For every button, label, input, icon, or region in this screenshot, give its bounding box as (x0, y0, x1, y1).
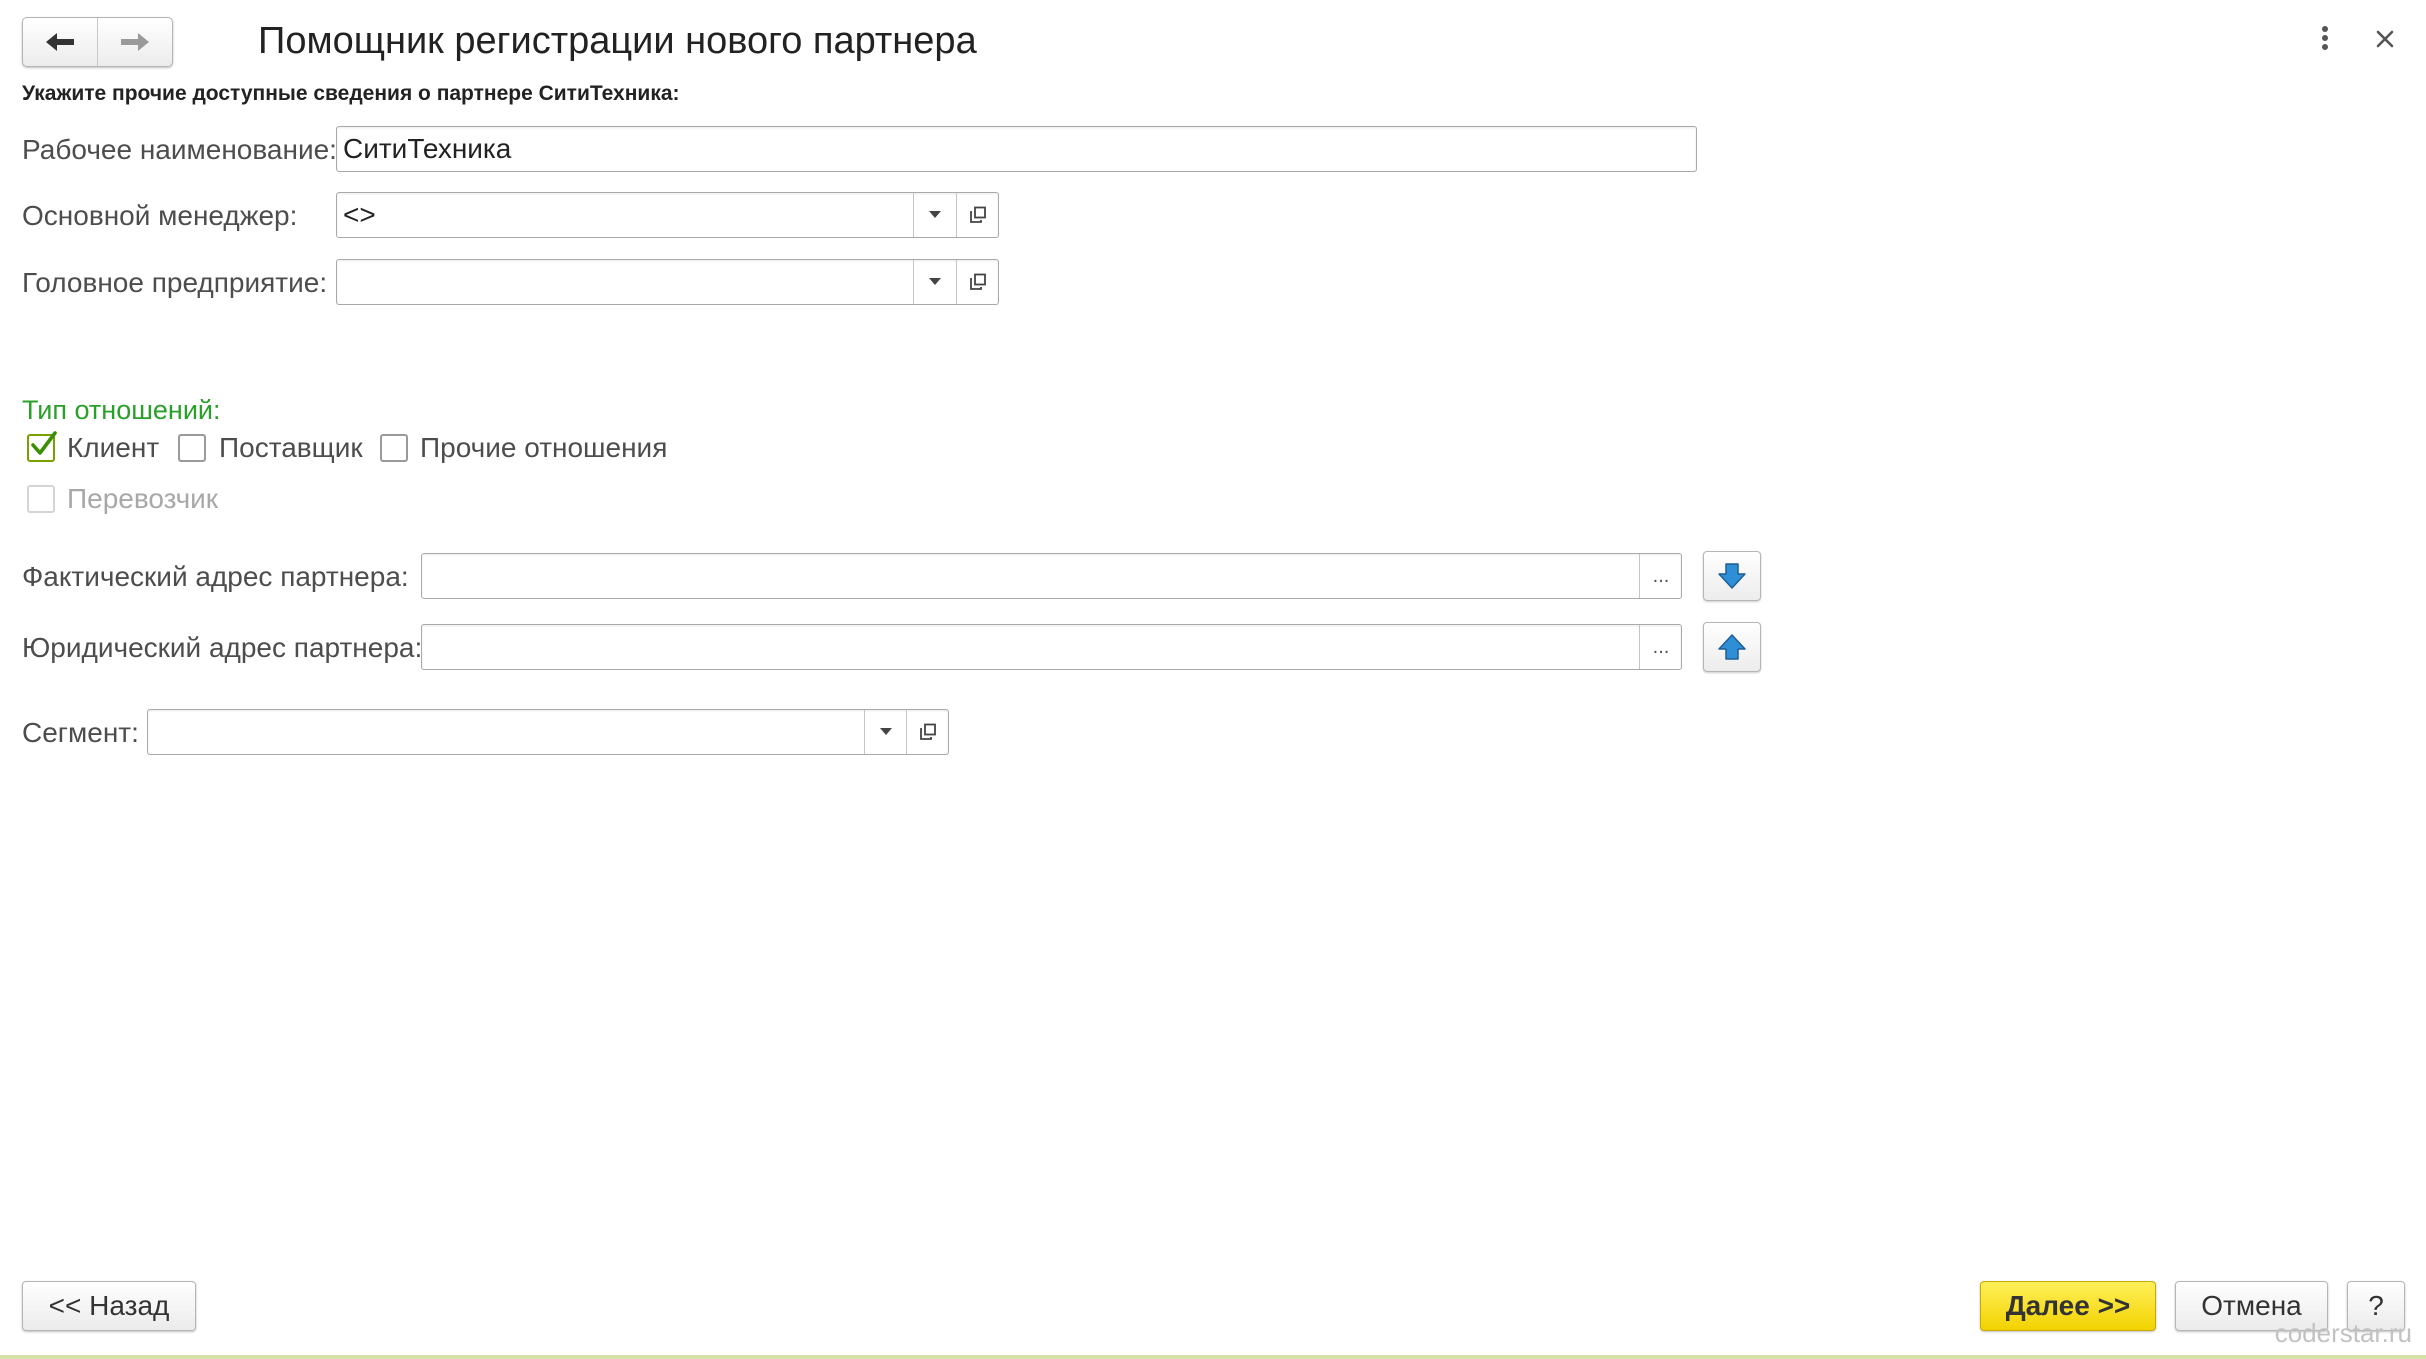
relations-group-title: Тип отношений: (22, 395, 221, 425)
close-icon[interactable] (2374, 28, 2396, 50)
copy-to-legal-address-button[interactable] (1703, 551, 1761, 601)
head-company-label: Головное предприятие: (22, 267, 328, 298)
other-relations-label[interactable]: Прочие отношения (420, 431, 667, 465)
manager-open-button[interactable] (956, 193, 999, 237)
work-name-input[interactable]: СитиТехника (336, 126, 1697, 172)
open-form-icon (970, 206, 986, 223)
chevron-down-icon (929, 211, 941, 218)
watermark-text: coderstar.ru (2274, 1318, 2412, 1348)
head-company-dropdown-button[interactable] (913, 260, 956, 304)
instruction-text: Укажите прочие доступные сведения о парт… (22, 82, 680, 105)
legal-address-select-button[interactable]: ... (1639, 625, 1682, 669)
manager-dropdown-button[interactable] (913, 193, 956, 237)
segment-dropdown-button[interactable] (864, 710, 906, 754)
more-vertical-icon[interactable] (2318, 24, 2332, 52)
window-title: Помощник регистрации нового партнера (258, 20, 977, 62)
segment-label: Сегмент: (22, 717, 139, 748)
chevron-down-icon (879, 728, 892, 735)
manager-field[interactable]: <> (336, 192, 999, 238)
open-form-icon (920, 723, 936, 740)
actual-address-input[interactable]: ... (421, 553, 1682, 599)
next-button[interactable]: Далее >> (1980, 1281, 2156, 1331)
back-nav-button[interactable] (23, 18, 97, 66)
bottom-divider (0, 1355, 2426, 1359)
head-company-open-button[interactable] (956, 260, 999, 304)
segment-open-button[interactable] (906, 710, 949, 754)
open-form-icon (970, 273, 986, 290)
arrow-up-icon (1718, 634, 1746, 660)
head-company-field[interactable] (336, 259, 999, 305)
copy-to-actual-address-button[interactable] (1703, 622, 1761, 672)
manager-label: Основной менеджер: (22, 200, 298, 231)
other-relations-checkbox[interactable] (380, 434, 408, 462)
arrow-down-icon (1718, 563, 1746, 589)
legal-address-label: Юридический адрес партнера: (22, 632, 423, 663)
history-nav (22, 17, 173, 67)
manager-value: <> (343, 199, 376, 230)
arrow-right-icon (121, 33, 149, 51)
forward-nav-button[interactable] (97, 18, 172, 66)
work-name-label: Рабочее наименование: (22, 134, 337, 165)
carrier-label: Перевозчик (67, 483, 219, 514)
carrier-checkbox (27, 485, 55, 513)
supplier-label[interactable]: Поставщик (219, 431, 363, 465)
supplier-checkbox[interactable] (178, 434, 206, 462)
chevron-down-icon (929, 278, 941, 285)
work-name-value: СитиТехника (343, 133, 512, 164)
checkmark-icon (31, 431, 57, 455)
client-checkbox[interactable] (27, 431, 57, 462)
legal-address-input[interactable]: ... (421, 624, 1682, 670)
client-label[interactable]: Клиент (67, 431, 159, 465)
segment-field[interactable] (147, 709, 949, 755)
actual-address-select-button[interactable]: ... (1639, 554, 1682, 598)
arrow-left-icon (46, 33, 74, 51)
back-button[interactable]: << Назад (22, 1281, 196, 1331)
actual-address-label: Фактический адрес партнера: (22, 561, 409, 592)
